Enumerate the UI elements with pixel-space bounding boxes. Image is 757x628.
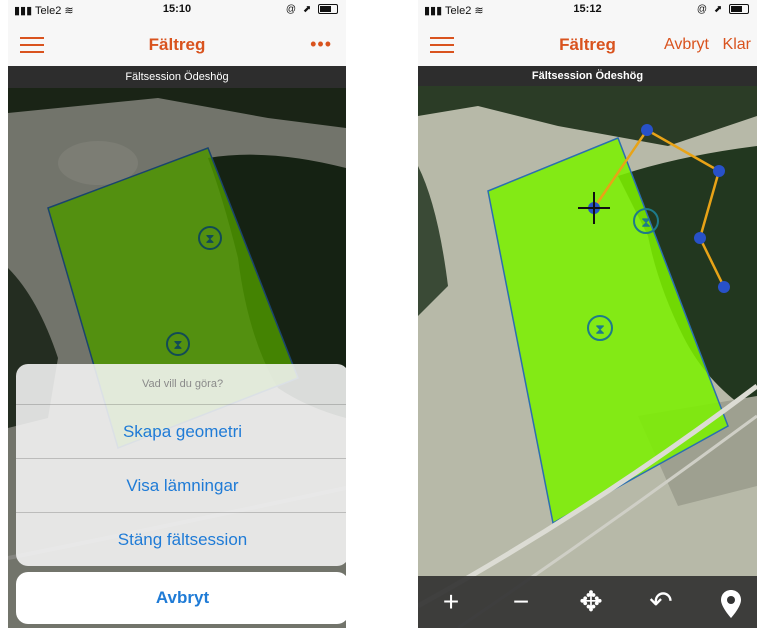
zoom-out-icon[interactable]: − — [496, 576, 546, 628]
status-icons: @ ⬈ — [697, 4, 749, 15]
vertex-point — [713, 165, 725, 177]
status-bar: ▮▮▮ Tele2 ≋ 15:12 @ ⬈ — [418, 0, 757, 22]
cancel-button[interactable]: Avbryt — [16, 572, 346, 624]
nav-bar: Fältreg ••• — [8, 22, 346, 66]
app-title: Fältreg — [148, 35, 206, 54]
svg-text:⧗: ⧗ — [641, 215, 651, 231]
vertex-point — [718, 281, 730, 293]
close-session-button[interactable]: Stäng fältsession — [16, 513, 346, 566]
nav-bar: Fältreg Avbryt Klar — [418, 22, 757, 66]
undo-icon[interactable]: ↶ — [636, 576, 686, 628]
map-toolbar: + − ✥ ↶ — [418, 576, 757, 628]
show-remains-button[interactable]: Visa lämningar — [16, 459, 346, 513]
phone-screen-right: ▮▮▮ Tele2 ≋ 15:12 @ ⬈ Fältreg Avbryt Kla… — [418, 0, 757, 628]
satellite-map[interactable]: ⧗ ⧗ — [418, 86, 757, 628]
action-sheet-title: Vad vill du göra? — [16, 364, 346, 405]
pin-icon[interactable] — [706, 576, 756, 628]
move-icon[interactable]: ✥ — [566, 576, 616, 628]
battery-icon — [729, 4, 749, 15]
cancel-edit-button[interactable]: Avbryt — [664, 36, 709, 54]
phone-screen-left: ▮▮▮ Tele2 ≋ 15:10 @ ⬈ Fältreg ••• Fältse… — [8, 0, 346, 628]
done-button[interactable]: Klar — [723, 36, 751, 54]
battery-icon — [318, 4, 338, 15]
svg-text:⧗: ⧗ — [595, 322, 605, 338]
vertex-point — [641, 124, 653, 136]
action-sheet: Vad vill du göra? Skapa geometri Visa lä… — [16, 364, 346, 566]
status-bar: ▮▮▮ Tele2 ≋ 15:10 @ ⬈ — [8, 0, 346, 22]
status-icons: @ ⬈ — [286, 4, 338, 15]
pin-icon-glyph — [721, 589, 741, 618]
map-canvas: ⧗ ⧗ — [418, 86, 757, 628]
session-title: Fältsession Ödeshög — [418, 66, 757, 86]
vertex-point — [694, 232, 706, 244]
more-dots-icon[interactable]: ••• — [310, 34, 332, 55]
create-geometry-button[interactable]: Skapa geometri — [16, 405, 346, 459]
zoom-in-icon[interactable]: + — [426, 576, 476, 628]
session-title: Fältsession Ödeshög — [8, 66, 346, 88]
